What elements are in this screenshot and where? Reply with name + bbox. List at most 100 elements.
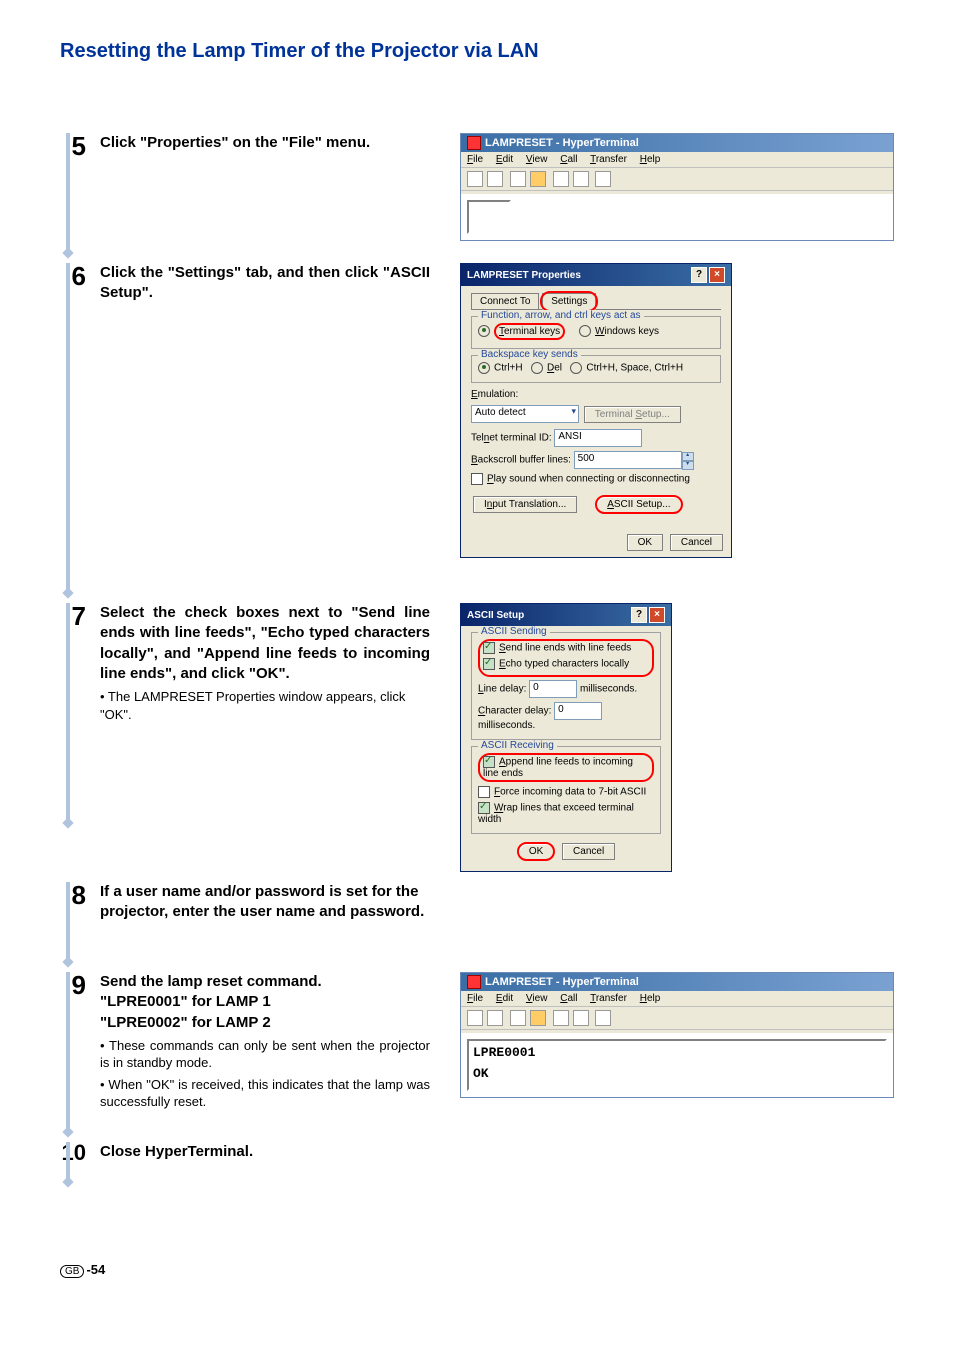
lampreset-properties-title: LAMPRESET Properties: [467, 270, 581, 281]
menu-call[interactable]: Call: [560, 993, 577, 1004]
radio-terminal-keys-label: Terminal keys: [494, 323, 565, 340]
terminal-line-1: LPRE0001: [473, 1045, 881, 1060]
ascii-cancel-button[interactable]: Cancel: [562, 843, 615, 860]
ascii-ok-button[interactable]: OK: [517, 842, 555, 861]
char-delay-input[interactable]: 0: [554, 702, 602, 720]
step-9-l3: "LPRE0002" for LAMP 2: [100, 1014, 271, 1031]
radio-terminal-keys[interactable]: [478, 325, 490, 337]
telnet-id-input[interactable]: ANSI: [554, 429, 642, 447]
menu-file[interactable]: File: [467, 154, 483, 165]
emulation-label: Emulation:: [471, 389, 518, 400]
radio-del[interactable]: [531, 362, 543, 374]
check-append-lf[interactable]: [483, 756, 495, 768]
group-keys-label: Function, arrow, and ctrl keys act as: [478, 310, 644, 321]
step-8-number: 8: [60, 882, 90, 908]
check-append-lf-label: Append line feeds to incoming line ends: [483, 757, 633, 779]
page-number: GB-54: [60, 1262, 894, 1277]
step-10-number: 10: [60, 1142, 90, 1164]
hyperterminal-title-2: LAMPRESET - HyperTerminal: [485, 976, 639, 988]
hyperterminal-toolbar[interactable]: [461, 168, 893, 191]
line-delay-input[interactable]: 0: [529, 680, 577, 698]
check-echo[interactable]: [483, 658, 495, 670]
menu-transfer[interactable]: Transfer: [590, 993, 627, 1004]
step-10-text: Close HyperTerminal.: [100, 1142, 430, 1162]
group-ascii-receiving: ASCII Receiving: [478, 740, 557, 751]
step-6-text: Click the "Settings" tab, and then click…: [100, 263, 430, 304]
props-ok-button[interactable]: OK: [627, 534, 663, 551]
props-cancel-button[interactable]: Cancel: [670, 534, 723, 551]
page-lang-badge: GB: [60, 1265, 84, 1278]
step-7-number: 7: [60, 603, 90, 629]
step-5-number: 5: [60, 133, 90, 159]
step-5-text: Click "Properties" on the "File" menu.: [100, 133, 430, 153]
hyperterminal-window-bottom: LAMPRESET - HyperTerminal File Edit View…: [460, 972, 894, 1098]
terminal-setup-button[interactable]: Terminal Setup...: [584, 406, 681, 423]
check-play-sound-label: Play sound when connecting or disconnect…: [487, 474, 690, 485]
radio-windows-keys-label: Windows keys: [595, 326, 659, 337]
char-delay-label: Character delay:: [478, 706, 551, 717]
hyperterminal-toolbar-2[interactable]: [461, 1007, 893, 1030]
radio-ctrlh[interactable]: [478, 362, 490, 374]
menu-help[interactable]: Help: [640, 993, 661, 1004]
check-wrap-label: Wrap lines that exceed terminal width: [478, 803, 634, 825]
check-send-lf-label: Send line ends with line feeds: [499, 643, 631, 654]
hyperterminal-icon: [467, 975, 481, 989]
input-translation-button[interactable]: Input Translation...: [473, 496, 577, 513]
group-backspace-label: Backspace key sends: [478, 349, 581, 360]
check-force-7bit-label: Force incoming data to 7-bit ASCII: [494, 787, 646, 798]
check-force-7bit[interactable]: [478, 786, 490, 798]
menu-file[interactable]: File: [467, 993, 483, 1004]
tab-settings[interactable]: Settings: [542, 293, 596, 310]
telnet-id-label: Telnet terminal ID:: [471, 433, 552, 444]
step-6-number: 6: [60, 263, 90, 289]
hyperterminal-window-top: LAMPRESET - HyperTerminal File Edit View…: [460, 133, 894, 241]
ascii-setup-button[interactable]: ASCII Setup...: [595, 495, 682, 514]
hyperterminal-icon: [467, 136, 481, 150]
help-button-icon[interactable]: ?: [691, 267, 707, 283]
terminal-output: LPRE0001 OK: [467, 1039, 887, 1091]
check-send-lf[interactable]: [483, 642, 495, 654]
close-icon[interactable]: ×: [709, 267, 725, 283]
help-button-icon[interactable]: ?: [631, 607, 647, 623]
backscroll-input[interactable]: 500: [574, 451, 682, 469]
hyperterminal-title: LAMPRESET - HyperTerminal: [485, 137, 639, 149]
check-play-sound[interactable]: [471, 473, 483, 485]
step-7-text: Select the check boxes next to "Send lin…: [100, 603, 430, 684]
menu-call[interactable]: Call: [560, 154, 577, 165]
radio-ctrlh-label: Ctrl+H: [494, 363, 523, 374]
menu-edit[interactable]: Edit: [496, 154, 513, 165]
radio-windows-keys[interactable]: [579, 325, 591, 337]
lampreset-properties-dialog: LAMPRESET Properties ?× Connect To Setti…: [460, 263, 732, 558]
ascii-setup-title: ASCII Setup: [467, 610, 524, 621]
radio-ctrlh-space-label: Ctrl+H, Space, Ctrl+H: [586, 363, 683, 374]
menu-transfer[interactable]: Transfer: [590, 154, 627, 165]
char-delay-unit: milliseconds.: [478, 720, 535, 731]
close-icon[interactable]: ×: [649, 607, 665, 623]
tab-connect-to[interactable]: Connect To: [471, 293, 539, 309]
step-9-sub2: • When "OK" is received, this indicates …: [100, 1076, 430, 1111]
check-echo-label: Echo typed characters locally: [499, 659, 629, 670]
backscroll-label: Backscroll buffer lines:: [471, 455, 571, 466]
check-wrap[interactable]: [478, 802, 490, 814]
ascii-setup-dialog: ASCII Setup ?× ASCII Sending Send line e…: [460, 603, 672, 872]
step-9-text: Send the lamp reset command. "LPRE0001" …: [100, 972, 430, 1033]
step-9-number: 9: [60, 972, 90, 998]
menu-help[interactable]: Help: [640, 154, 661, 165]
step-8-text: If a user name and/or password is set fo…: [100, 882, 430, 923]
step-7-sub: • The LAMPRESET Properties window appear…: [100, 688, 430, 723]
group-ascii-sending: ASCII Sending: [478, 626, 550, 637]
line-delay-unit: milliseconds.: [580, 684, 637, 695]
backscroll-spinner[interactable]: ▴▾: [682, 452, 694, 468]
radio-ctrlh-space[interactable]: [570, 362, 582, 374]
line-delay-label: Line delay:: [478, 684, 526, 695]
terminal-line-2: OK: [473, 1066, 881, 1081]
step-9-sub1: • These commands can only be sent when t…: [100, 1037, 430, 1072]
hyperterminal-menubar[interactable]: File Edit View Call Transfer Help: [461, 152, 893, 168]
page-title: Resetting the Lamp Timer of the Projecto…: [60, 40, 894, 63]
menu-view[interactable]: View: [526, 154, 548, 165]
emulation-dropdown[interactable]: Auto detect: [471, 405, 579, 423]
menu-edit[interactable]: Edit: [496, 993, 513, 1004]
menu-view[interactable]: View: [526, 993, 548, 1004]
hyperterminal-menubar-2[interactable]: File Edit View Call Transfer Help: [461, 991, 893, 1007]
page-number-value: -54: [86, 1262, 105, 1277]
